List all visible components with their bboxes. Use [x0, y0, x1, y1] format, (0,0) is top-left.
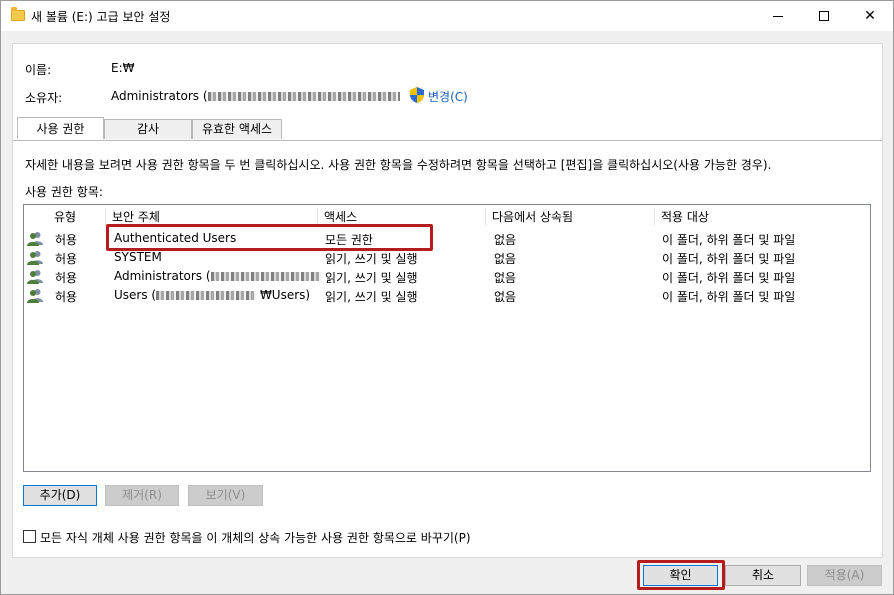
close-icon: ✕	[864, 8, 876, 24]
folder-icon	[11, 7, 25, 21]
apply-button[interactable]: 적용(A)	[807, 565, 882, 586]
replace-child-permissions-label[interactable]: 모든 자식 개체 사용 권한 항목을 이 개체의 상속 가능한 사용 권한 항목…	[40, 529, 471, 546]
row-applies: 이 폴더, 하위 폴더 및 파일	[662, 271, 796, 285]
row-principal-wrap: Users ( ₩Users)	[114, 288, 310, 302]
owner-value: Administrators (	[111, 89, 400, 103]
row-access: 읽기, 쓰기 및 실행	[325, 252, 418, 266]
row-principal: SYSTEM	[114, 250, 162, 264]
user-group-icon	[27, 232, 43, 246]
window-title: 새 볼륨 (E:) 고급 보안 설정	[31, 10, 171, 24]
add-button[interactable]: 추가(D)	[23, 485, 97, 506]
row-type: 허용	[55, 233, 78, 247]
row-type: 허용	[55, 290, 78, 304]
maximize-button[interactable]	[801, 1, 847, 31]
row-type: 허용	[55, 271, 78, 285]
column-applies-to[interactable]: 적용 대상	[655, 208, 871, 226]
user-group-icon	[27, 270, 43, 284]
user-group-icon	[27, 289, 43, 303]
row-applies: 이 폴더, 하위 폴더 및 파일	[662, 252, 796, 266]
dialog-content: 이름: E:₩ 소유자: Administrators ( 변경(C) 사용 권…	[12, 43, 883, 558]
permission-entries-list[interactable]: 유형 보안 주체 액세스 다음에서 상속됨 적용 대상 허용 Authentic…	[23, 204, 871, 472]
name-label: 이름:	[25, 63, 52, 77]
tab-effective-access[interactable]: 유효한 액세스	[192, 119, 282, 139]
row-inherited: 없음	[494, 271, 517, 285]
redacted-text	[207, 92, 400, 101]
highlight-box	[637, 560, 725, 590]
column-type[interactable]: 유형	[48, 208, 106, 226]
row-inherited: 없음	[494, 252, 517, 266]
owner-label: 소유자:	[25, 91, 63, 105]
row-applies: 이 폴더, 하위 폴더 및 파일	[662, 233, 796, 247]
minimize-button[interactable]	[755, 1, 801, 31]
row-principal: Users (	[114, 288, 157, 302]
tab-divider	[13, 140, 882, 141]
tab-auditing[interactable]: 감사	[104, 119, 192, 139]
view-button[interactable]: 보기(V)	[188, 485, 263, 506]
redacted-text	[210, 272, 321, 281]
title-bar[interactable]: 새 볼륨 (E:) 고급 보안 설정 ✕	[1, 1, 893, 31]
tab-permissions[interactable]: 사용 권한	[17, 117, 104, 139]
row-principal-suffix: ₩Users)	[259, 288, 311, 302]
row-access: 읽기, 쓰기 및 실행	[325, 271, 418, 285]
owner-name: Administrators (	[111, 89, 208, 103]
row-access: 읽기, 쓰기 및 실행	[325, 290, 418, 304]
row-principal-wrap: Administrators (	[114, 269, 321, 283]
row-inherited: 없음	[494, 290, 517, 304]
advanced-security-settings-window: 새 볼륨 (E:) 고급 보안 설정 ✕ 이름: E:₩ 소유자: Admini…	[0, 0, 894, 595]
minimize-icon	[773, 15, 783, 17]
highlight-box	[106, 224, 433, 251]
instructions-text: 자세한 내용을 보려면 사용 권한 항목을 두 번 클릭하십시오. 사용 권한 …	[25, 158, 772, 172]
change-owner-link[interactable]: 변경(C)	[428, 88, 468, 105]
row-applies: 이 폴더, 하위 폴더 및 파일	[662, 290, 796, 304]
column-inherited-from[interactable]: 다음에서 상속됨	[486, 208, 655, 226]
uac-shield-icon	[410, 87, 424, 103]
close-button[interactable]: ✕	[847, 1, 893, 31]
table-row[interactable]: 허용 Users ( ₩Users) 읽기, 쓰기 및 실행 없음 이 폴더, …	[24, 286, 870, 305]
name-value: E:₩	[111, 61, 135, 75]
permission-entries-label: 사용 권한 항목:	[25, 185, 103, 199]
row-principal: Administrators (	[114, 269, 211, 283]
row-inherited: 없음	[494, 233, 517, 247]
remove-button[interactable]: 제거(R)	[105, 485, 179, 506]
user-group-icon	[27, 251, 43, 265]
redacted-text	[156, 291, 257, 300]
replace-child-permissions-checkbox[interactable]	[23, 530, 36, 543]
cancel-button[interactable]: 취소	[725, 565, 801, 586]
maximize-icon	[819, 11, 829, 21]
table-row[interactable]: 허용 Administrators ( 읽기, 쓰기 및 실행 없음 이 폴더,…	[24, 267, 870, 286]
row-type: 허용	[55, 252, 78, 266]
